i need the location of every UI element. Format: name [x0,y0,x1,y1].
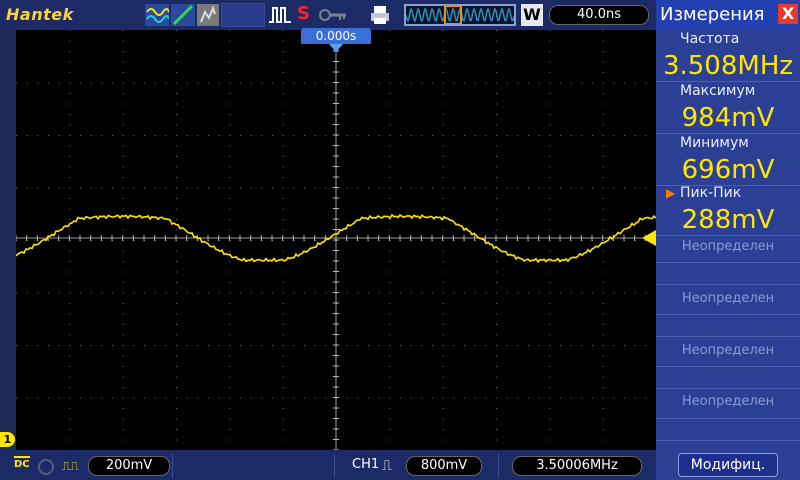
brand-logo: Hantek [6,5,74,24]
divider [656,366,800,367]
trigger-mode-indicator: S [297,3,310,24]
measure-value-min[interactable]: 696mV [656,154,800,186]
divider [656,262,800,263]
divider [172,454,173,478]
measure-label-pk-pk: Пик-Пик [680,185,742,201]
invert-icon[interactable]: ⎍⎍ [62,459,79,474]
measure-value-frequency[interactable]: 3.508MHz [656,50,800,82]
frequency-counter-readout: 3.50006MHz [512,456,642,476]
measure-label-min: Минимум [680,135,749,151]
divider [656,314,800,315]
memory-position-strip[interactable] [404,4,516,26]
modify-button[interactable]: Модифиц. [678,453,778,477]
cursor-icon[interactable] [171,4,195,26]
waveform-display [16,30,656,450]
trigger-source-label: CH1 [352,457,380,472]
waveform-grid [16,30,656,450]
divider [498,454,499,478]
rising-edge-icon: ⎍ [382,458,392,474]
measure-label-max: Максимум [680,83,756,99]
measure-slot-undefined[interactable]: Неопределен [656,393,800,411]
divider [656,440,800,441]
wave-mode-icon[interactable] [145,4,169,26]
run-state-panel [221,3,265,27]
measure-slot-undefined[interactable]: Неопределен [656,342,800,360]
measure-slot-undefined[interactable]: Неопределен [656,238,800,256]
graticule-center-axes [16,30,656,450]
measure-slot-undefined[interactable]: Неопределен [656,290,800,308]
key-icon [319,9,346,21]
timebase-readout[interactable]: 40.0ns [549,5,649,25]
trigger-position-marker[interactable] [329,44,343,52]
divider [334,454,335,478]
top-toolbar: Hantek S W 40.0ns [0,0,656,30]
measurements-panel: Измерения X Частота 3.508MHz Максимум 98… [656,0,800,480]
trigger-level-readout[interactable]: 800mV [406,456,482,476]
acquisition-mode-badge: W [521,4,543,26]
persist-icon[interactable] [197,4,219,26]
printer-icon[interactable] [369,4,391,26]
measure-value-max[interactable]: 984mV [656,102,800,134]
bandwidth-limit-icon[interactable] [38,459,54,475]
dc-coupling-icon[interactable]: DC [14,456,30,470]
divider [656,336,800,337]
pulse-icon [269,7,291,23]
ch1-scale-readout[interactable]: 200mV [88,456,170,476]
divider [656,284,800,285]
divider [656,388,800,389]
close-button[interactable]: X [778,4,798,24]
measure-label-frequency: Частота [680,31,740,47]
trigger-level-marker[interactable] [642,230,656,246]
bottom-status-bar: DC ⎍⎍ 200mV CH1 ⎍ 800mV 3.50006MHz [0,450,656,480]
oscilloscope-screen: Hantek S W 40.0ns 0.000s 1 DC ⎍⎍ 200mV C… [0,0,800,480]
coupling-label: DC [14,459,30,470]
ch1-ground-marker[interactable]: 1 [0,432,15,447]
divider [656,418,800,419]
trigger-time-label[interactable]: 0.000s [301,28,371,44]
measure-value-pk-pk[interactable]: 288mV [656,204,800,236]
